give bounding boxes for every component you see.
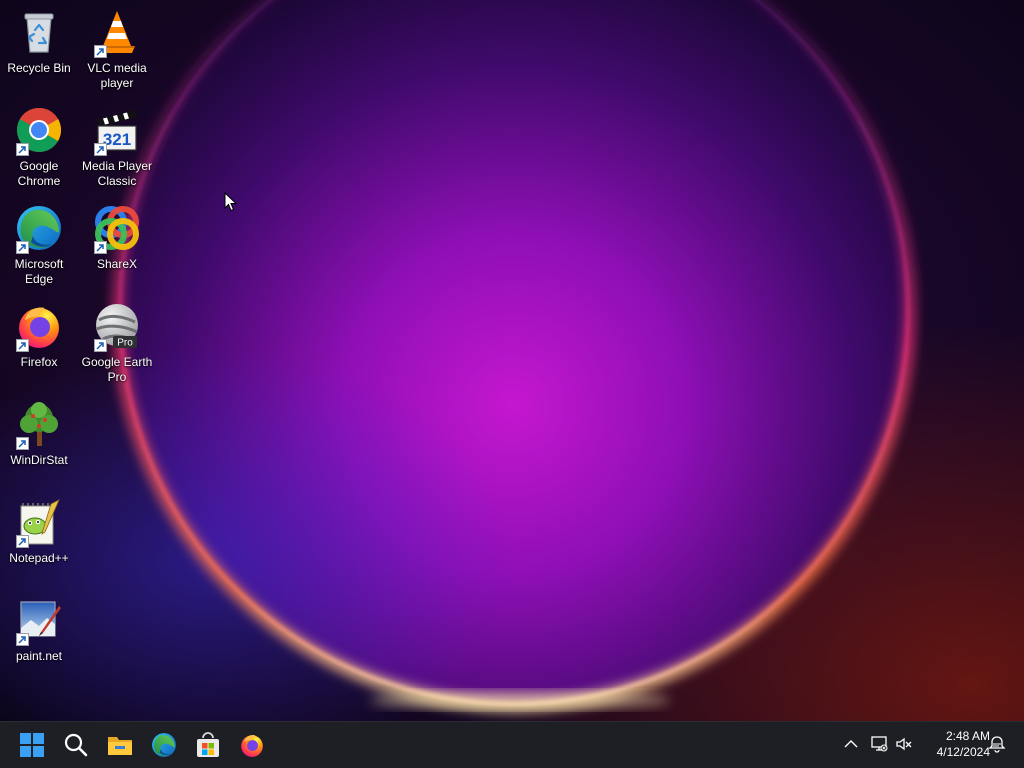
volume-button[interactable] [893,733,915,755]
network-icon [871,736,888,752]
folder-icon [108,737,132,755]
desktop-icon-google-earth-pro[interactable]: Pro Google Earth Pro [78,298,156,385]
desktop-icon-google-chrome[interactable]: Google Chrome [0,102,78,189]
windirstat-icon [15,400,63,450]
desktop-icon-label: Media Player Classic [81,159,153,188]
edge-taskbar-button[interactable] [146,728,182,762]
desktop-icon-label: paint.net [15,649,63,663]
pro-badge-text: Pro [117,338,133,349]
notifications-button[interactable] [986,733,1008,755]
desktop-icon-firefox[interactable]: Firefox [0,298,78,370]
search-button[interactable] [58,728,94,762]
mouse-cursor-icon [224,192,238,212]
recycle-bin-icon [15,8,63,56]
edge-icon [15,204,63,254]
show-hidden-icons-button[interactable] [840,733,862,755]
notification-bell-icon [988,736,1006,753]
desktop-icon-paintnet[interactable]: paint.net [0,592,78,664]
desktop-icon-label: Microsoft Edge [14,257,64,286]
desktop-icon-label: VLC media player [87,61,147,90]
network-button[interactable] [868,733,890,755]
vlc-icon [93,8,141,58]
desktop-icon-windirstat[interactable]: WinDirStat [0,396,78,468]
desktop-icon-label: Google Earth Pro [81,355,153,384]
desktop-icon-recycle-bin[interactable]: Recycle Bin [0,4,78,76]
start-button[interactable] [14,728,50,762]
store-icon [197,732,219,757]
desktop-icon-label: Google Chrome [17,159,61,188]
google-earth-pro-icon: Pro [93,302,141,352]
desktop-icon-label: WinDirStat [10,453,68,467]
desktop-icon-label: ShareX [96,257,138,271]
shortcut-arrow-icon [16,143,29,156]
firefox-icon [241,734,263,757]
file-explorer-button[interactable] [102,728,138,762]
speaker-muted-icon [896,737,912,751]
firefox-icon [15,302,63,352]
windows-start-icon [20,733,44,757]
firefox-taskbar-button[interactable] [234,728,270,762]
media-player-classic-icon: 321 [93,106,141,156]
edge-icon [152,733,176,757]
desktop-icon-microsoft-edge[interactable]: Microsoft Edge [0,200,78,287]
desktop-icon-vlc[interactable]: VLC media player [78,4,156,91]
shortcut-arrow-icon [94,45,107,58]
shortcut-arrow-icon [16,339,29,352]
desktop[interactable]: Recycle Bin Google Chrome Microsoft Edge… [0,0,1024,721]
desktop-icon-sharex[interactable]: ShareX [78,200,156,272]
microsoft-store-button[interactable] [190,728,226,762]
sharex-icon [93,204,141,254]
taskbar: 2:48 AM 4/12/2024 [0,721,1024,768]
desktop-icon-label: Recycle Bin [7,61,71,75]
shortcut-arrow-icon [16,535,29,548]
clock-date: 4/12/2024 [936,745,990,759]
desktop-icon-label: Firefox [20,355,58,369]
chevron-up-icon [844,740,858,748]
shortcut-arrow-icon [16,241,29,254]
desktop-icon-notepadpp[interactable]: Notepad++ [0,494,78,566]
shortcut-arrow-icon [94,241,107,254]
shortcut-arrow-icon [94,339,107,352]
mpc-badge-text: 321 [103,130,131,149]
desktop-icon-media-player-classic[interactable]: 321 Media Player Classic [78,102,156,189]
paintnet-icon [15,596,63,646]
shortcut-arrow-icon [16,633,29,646]
desktop-icon-label: Notepad++ [9,551,69,565]
chrome-icon [15,106,63,156]
clock-time: 2:48 AM [945,729,990,743]
shortcut-arrow-icon [16,437,29,450]
shortcut-arrow-icon [94,143,107,156]
notepadpp-icon [15,498,63,548]
search-icon [64,733,88,757]
clock[interactable]: 2:48 AM 4/12/2024 [920,728,990,760]
